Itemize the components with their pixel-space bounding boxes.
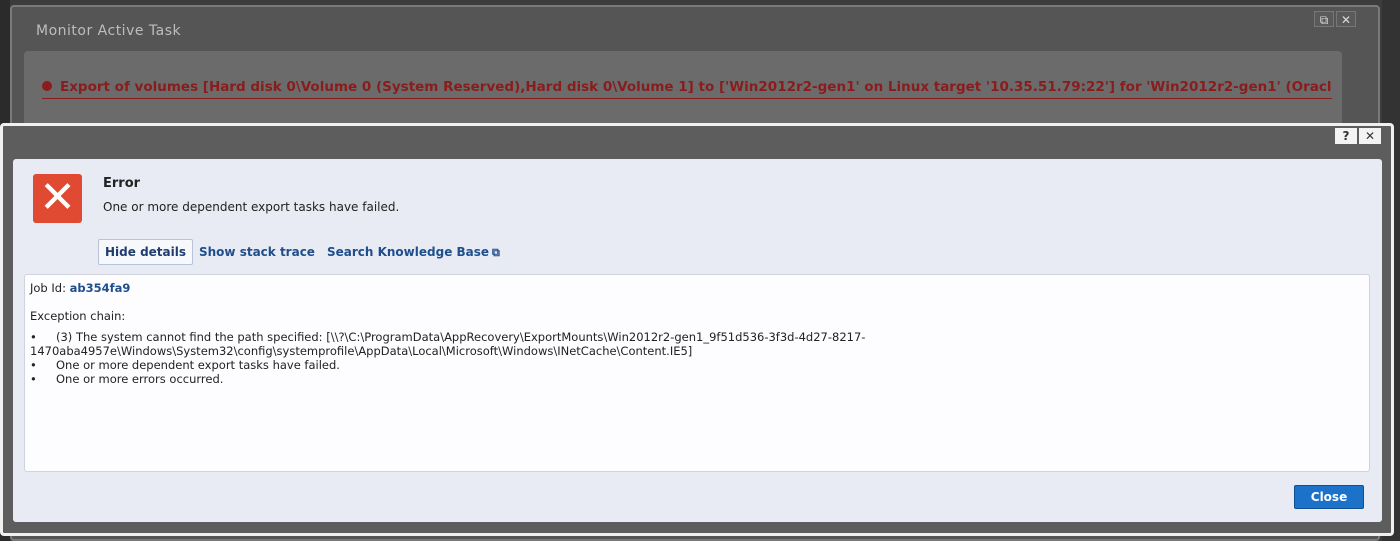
- hide-details-button[interactable]: Hide details: [98, 239, 193, 265]
- external-link-icon: ⧉: [492, 245, 500, 259]
- close-button[interactable]: Close: [1294, 485, 1364, 509]
- dialog-body: ✕ Error One or more dependent export tas…: [13, 159, 1382, 522]
- close-icon[interactable]: ✕: [1359, 128, 1381, 144]
- window-title: Monitor Active Task: [36, 23, 182, 39]
- job-id-label: Job Id:: [30, 281, 66, 295]
- list-item: • One or more dependent export tasks have…: [30, 358, 340, 372]
- help-icon[interactable]: ?: [1335, 128, 1357, 144]
- job-id-value: ab354fa9: [69, 281, 131, 295]
- status-dot-icon: [42, 81, 52, 91]
- error-details-panel: Job Id: ab354fa9 Exception chain: • (3) T…: [24, 274, 1370, 472]
- exception-chain-label: Exception chain:: [30, 309, 126, 323]
- close-icon[interactable]: ✕: [1336, 11, 1356, 27]
- search-kb-link[interactable]: Search Knowledge Base ⧉: [321, 240, 506, 265]
- popout-icon[interactable]: ⧉: [1314, 11, 1334, 27]
- job-id-row: Job Id: ab354fa9: [30, 281, 1364, 295]
- exception-chain-list: • (3) The system cannot find the path spe…: [30, 330, 1364, 386]
- error-icon: ✕: [33, 174, 82, 223]
- error-title: Error: [103, 176, 141, 191]
- error-dialog: ? ✕ ✕ Error One or more dependent export…: [0, 123, 1394, 536]
- show-stack-trace-link[interactable]: Show stack trace: [193, 240, 321, 264]
- list-item: • (3) The system cannot find the path spe…: [30, 330, 866, 358]
- list-item: • One or more errors occurred.: [30, 372, 224, 386]
- task-title: Export of volumes [Hard disk 0\Volume 0 …: [42, 79, 1332, 99]
- error-actions: Hide details Show stack trace Search Kno…: [98, 239, 506, 265]
- error-message: One or more dependent export tasks have …: [103, 200, 400, 214]
